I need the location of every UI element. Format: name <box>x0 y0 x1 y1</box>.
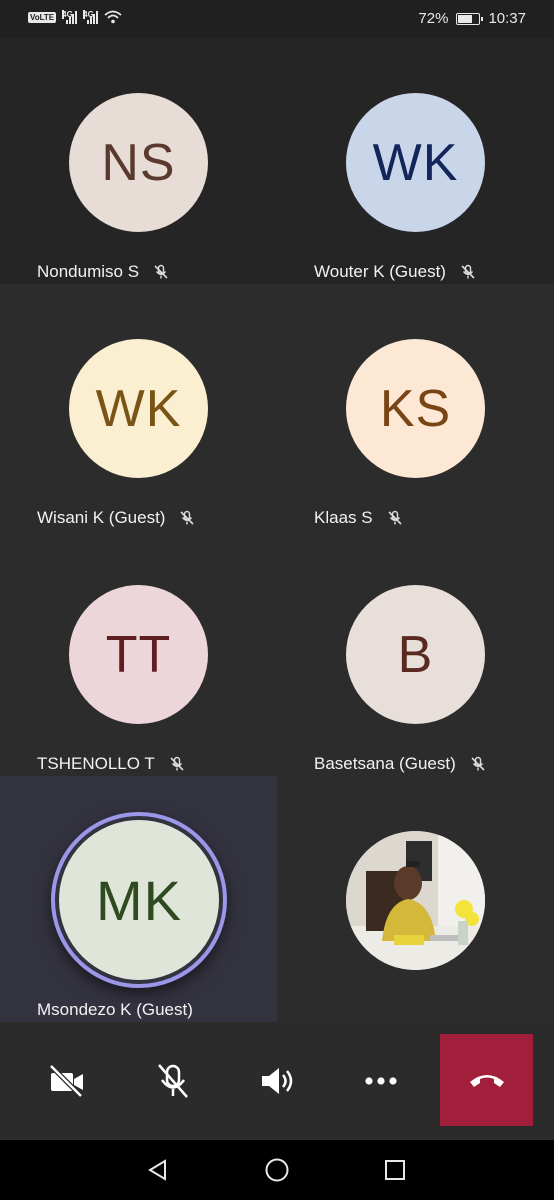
more-options-button[interactable] <box>357 1057 405 1105</box>
participant-name: Msondezo K (Guest) <box>37 1000 193 1019</box>
participant-tile[interactable]: WK Wisani K (Guest) <box>0 284 277 530</box>
mic-off-icon <box>154 264 168 279</box>
home-icon <box>265 1158 289 1182</box>
avatar: MK <box>59 820 219 980</box>
self-view-tile[interactable] <box>277 776 554 1022</box>
participant-grid: NS Nondumiso S WK Wouter K (Guest) WK Wi… <box>0 38 554 1022</box>
clock: 10:37 <box>488 10 526 27</box>
speaker-icon <box>262 1068 293 1094</box>
mic-off-icon <box>471 756 485 771</box>
volte-icon: VoLTE <box>28 11 57 23</box>
participant-name: Wouter K (Guest) <box>314 262 446 281</box>
camera-toggle-button[interactable] <box>43 1057 91 1105</box>
status-bar: VoLTE 4G 4G 72% 10:37 <box>0 0 554 38</box>
back-button[interactable] <box>144 1156 172 1184</box>
mic-off-icon <box>461 264 475 279</box>
home-button[interactable] <box>263 1156 291 1184</box>
participant-tile-speaking[interactable]: MK Msondezo K (Guest) <box>0 776 277 1022</box>
battery-icon <box>456 12 484 25</box>
mic-off-icon <box>170 756 184 771</box>
mic-off-icon <box>158 1064 188 1098</box>
signal-2-icon: 4G <box>83 10 99 24</box>
participant-name: Nondumiso S <box>37 262 140 281</box>
participant-name: Basetsana (Guest) <box>314 754 456 773</box>
mic-off-icon <box>388 510 402 525</box>
hang-up-icon <box>469 1075 504 1087</box>
avatar: TT <box>69 585 208 724</box>
wifi-icon <box>104 10 122 24</box>
participant-name: Klaas S <box>314 508 373 527</box>
hang-up-button[interactable] <box>440 1034 533 1126</box>
participant-tile[interactable]: KS Klaas S <box>277 284 554 530</box>
back-icon <box>148 1159 166 1181</box>
recents-icon <box>385 1160 405 1180</box>
avatar: NS <box>69 93 208 232</box>
more-options-icon <box>365 1077 397 1085</box>
speaker-button[interactable] <box>253 1057 301 1105</box>
avatar: B <box>346 585 485 724</box>
participant-name: TSHENOLLO T <box>37 754 155 773</box>
self-camera-photo <box>346 831 485 970</box>
camera-off-icon <box>49 1064 83 1098</box>
system-nav-bar <box>0 1140 554 1200</box>
participant-tile[interactable]: WK Wouter K (Guest) <box>277 38 554 284</box>
participant-tile[interactable]: B Basetsana (Guest) <box>277 530 554 776</box>
recents-button[interactable] <box>381 1156 409 1184</box>
network-type-label: 4G <box>62 10 73 19</box>
avatar: KS <box>346 339 485 478</box>
speaking-ring: MK <box>51 812 227 988</box>
status-indicators: VoLTE 4G 4G <box>28 10 122 24</box>
signal-1-icon: 4G <box>62 10 78 24</box>
participant-tile[interactable]: NS Nondumiso S <box>0 38 277 284</box>
microphone-toggle-button[interactable] <box>149 1057 197 1105</box>
avatar: WK <box>69 339 208 478</box>
mic-off-icon <box>180 510 195 525</box>
call-controls <box>0 1022 554 1140</box>
battery-percent: 72% <box>418 10 449 27</box>
network-type-label: 4G <box>83 10 94 19</box>
participant-name: Wisani K (Guest) <box>37 508 166 527</box>
avatar: WK <box>346 93 485 232</box>
participant-tile[interactable]: TT TSHENOLLO T <box>0 530 277 776</box>
